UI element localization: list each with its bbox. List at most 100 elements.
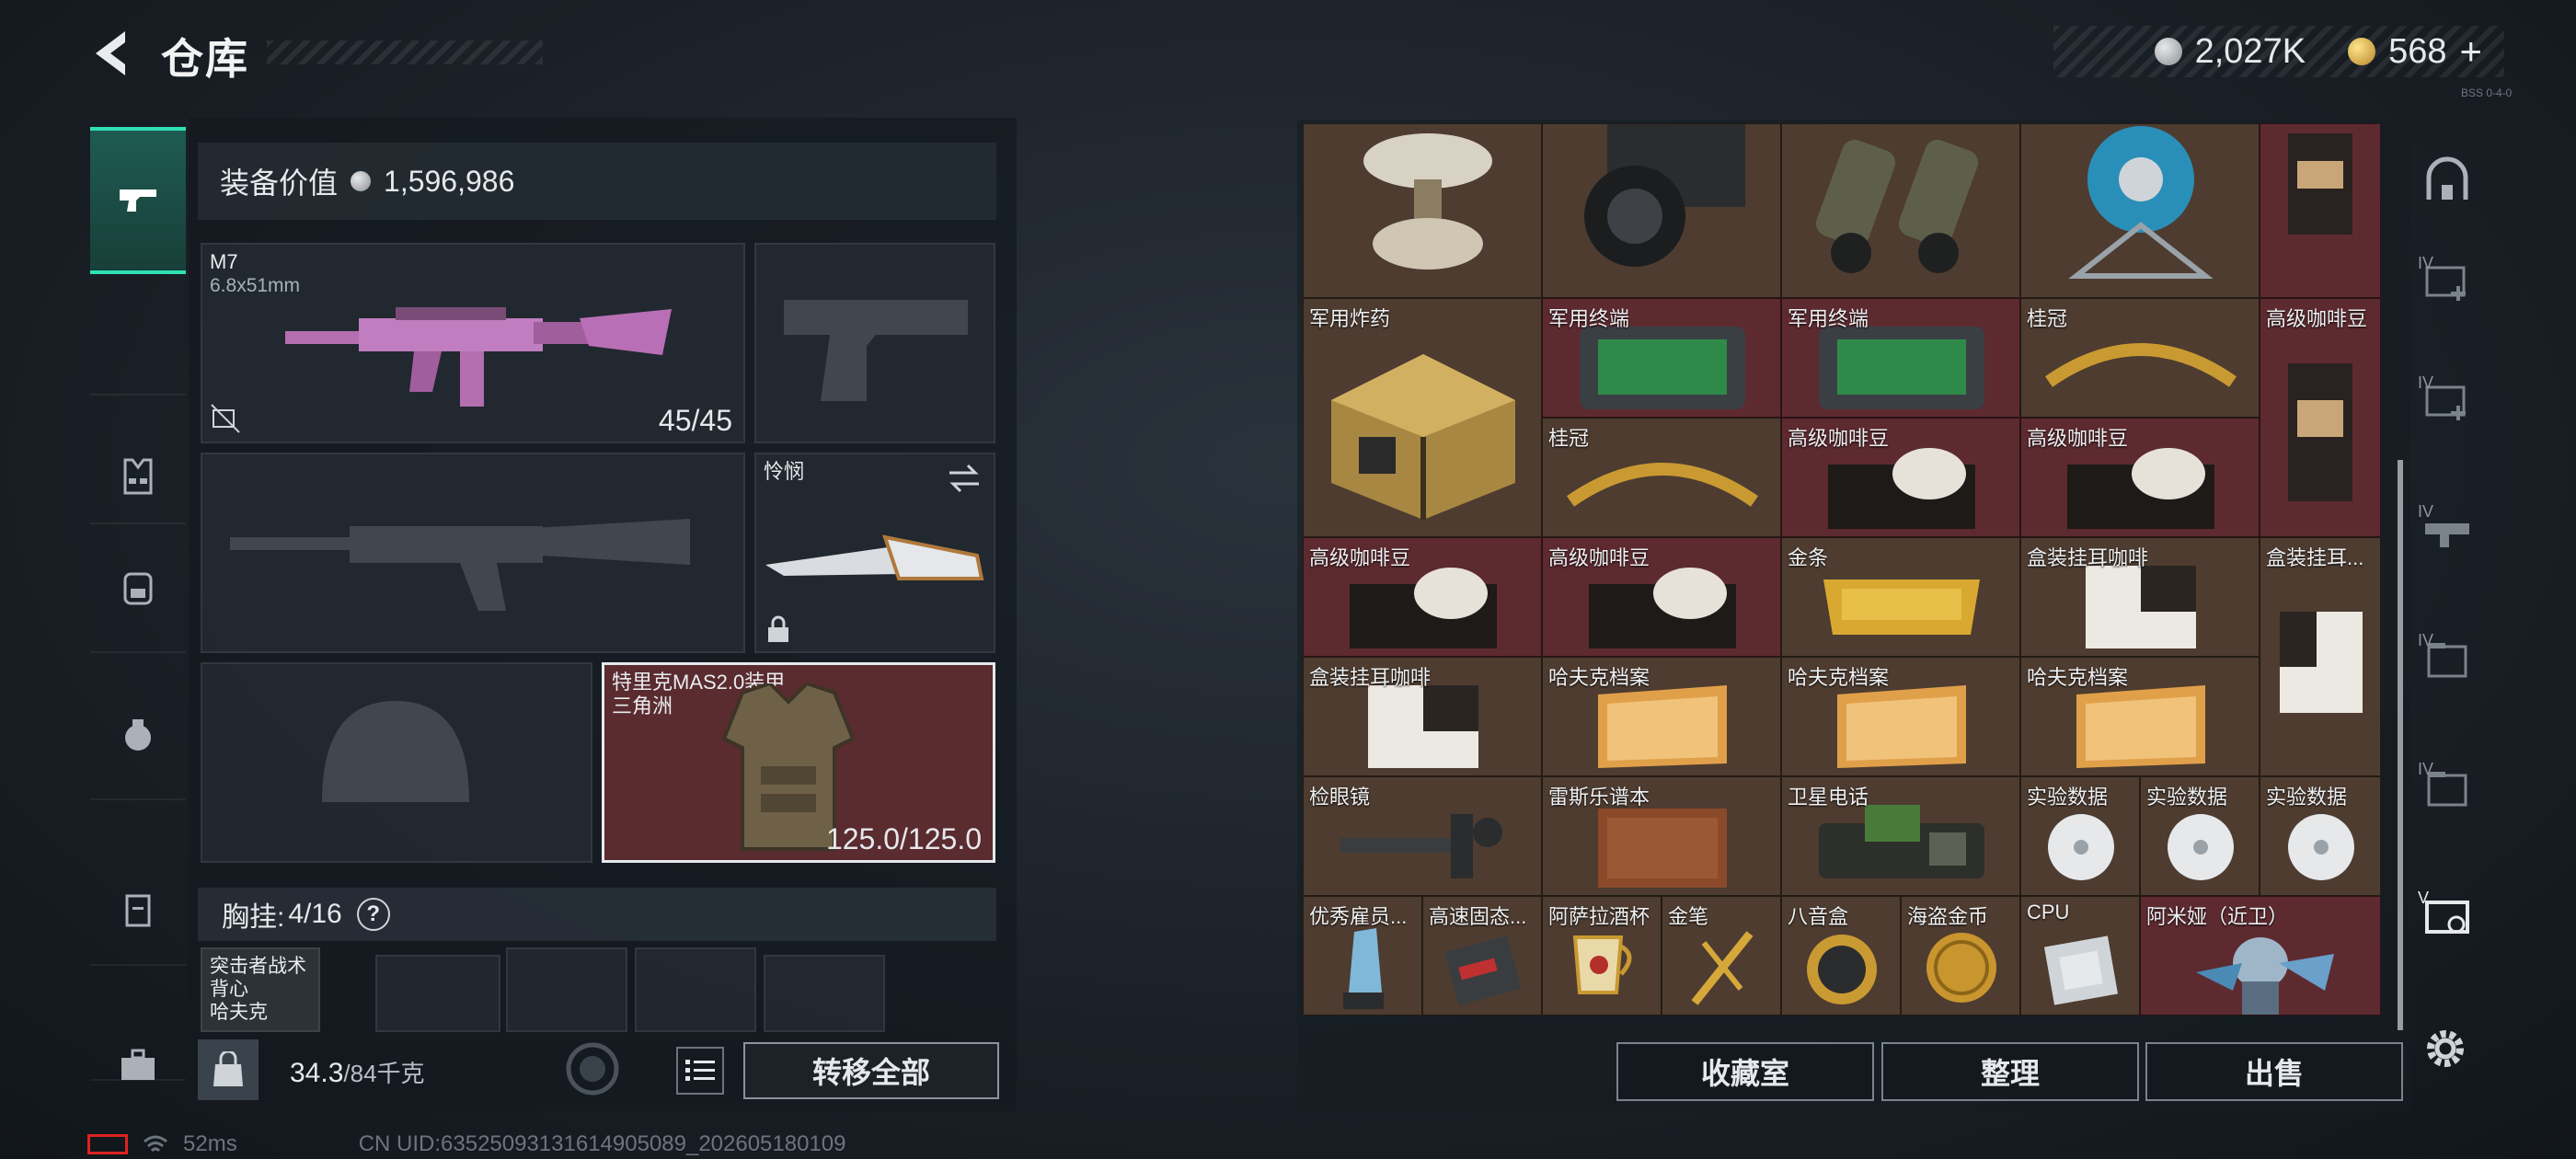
- sell-button[interactable]: 出售: [2145, 1042, 2403, 1101]
- version-text: BSS 0-4-0: [2461, 86, 2513, 99]
- storage-tab-collection[interactable]: V: [2410, 865, 2484, 966]
- chest-rig-item-slot[interactable]: 突击者战术背心 哈夫克: [201, 947, 320, 1032]
- grid-cell[interactable]: 哈夫克档案: [1781, 657, 2020, 776]
- grid-cell[interactable]: 阿萨拉酒杯: [1542, 896, 1662, 1016]
- knife-icon: [765, 534, 984, 580]
- grid-cell[interactable]: 军用终端: [1542, 298, 1781, 418]
- grid-cell[interactable]: [2260, 123, 2381, 298]
- grid-cell[interactable]: [1781, 123, 2020, 298]
- chest-rig-slot[interactable]: [635, 947, 756, 1032]
- grid-cell[interactable]: CPU: [2020, 896, 2140, 1016]
- grid-cell[interactable]: 桂冠: [1542, 418, 1781, 537]
- grid-cell[interactable]: 桂冠: [2020, 298, 2260, 418]
- storage-tab-home[interactable]: [2410, 129, 2484, 230]
- collection-room-button[interactable]: 收藏室: [1616, 1042, 1874, 1101]
- melee-slot[interactable]: 怜悯: [754, 453, 995, 653]
- music-book-icon: [1598, 809, 1727, 888]
- grid-cell[interactable]: 实验数据: [2140, 776, 2260, 896]
- organize-button[interactable]: 整理: [1881, 1042, 2139, 1101]
- grid-cell[interactable]: [1303, 123, 1542, 298]
- grid-cell[interactable]: 高级咖啡豆: [1303, 537, 1542, 657]
- bag-icon: [213, 1051, 243, 1086]
- list-view-button[interactable]: [676, 1047, 724, 1095]
- grid-cell[interactable]: 高级咖啡豆: [1542, 537, 1781, 657]
- item-label: 军用终端: [1788, 307, 1869, 330]
- storage-tab-archive[interactable]: IV: [2410, 736, 2484, 837]
- grid-cell[interactable]: 高级咖啡豆: [2260, 298, 2381, 537]
- equipment-value-bar: 装备价值 1,596,986: [198, 143, 996, 220]
- binoculars-icon: [1815, 140, 1979, 273]
- antenna-device-icon: [1363, 133, 1492, 270]
- grid-cell[interactable]: [1542, 123, 1781, 298]
- item-label: 检眼镜: [1309, 786, 1371, 809]
- grid-cell[interactable]: 海盗金币: [1901, 896, 2020, 1016]
- storage-tab-weapons[interactable]: IV: [2410, 478, 2484, 580]
- nav-toolbox[interactable]: [90, 992, 186, 1139]
- back-button[interactable]: [85, 28, 136, 79]
- currency-gold: 568: [2388, 31, 2447, 71]
- grid-cell[interactable]: 卫星电话: [1781, 776, 2020, 896]
- nav-case[interactable]: [90, 835, 186, 982]
- pistol-slot[interactable]: [754, 243, 995, 443]
- data-disc-icon: [2288, 814, 2354, 880]
- grid-cell[interactable]: 实验数据: [2020, 776, 2140, 896]
- item-label: 高级咖啡豆: [2266, 307, 2368, 330]
- cable-reel-icon: [2068, 126, 2214, 279]
- item-label: 军用终端: [1548, 307, 1630, 330]
- storage-tab-add-2[interactable]: IV: [2410, 350, 2484, 451]
- grid-cell[interactable]: 高级咖啡豆: [1781, 418, 2020, 537]
- grid-cell[interactable]: 金条: [1781, 537, 2020, 657]
- grid-cell[interactable]: 盒装挂耳...: [2260, 537, 2381, 776]
- grid-cell[interactable]: 阿米娅（近卫）: [2140, 896, 2381, 1016]
- chest-rig-slot[interactable]: [375, 955, 500, 1032]
- chest-rig-slot[interactable]: [506, 947, 627, 1032]
- grid-cell[interactable]: 盒装挂耳咖啡: [1303, 657, 1542, 776]
- grid-cell[interactable]: 哈夫克档案: [1542, 657, 1781, 776]
- explosive-crate-icon: [1331, 354, 1515, 520]
- secondary-weapon-slot[interactable]: [201, 453, 745, 653]
- armor-slot[interactable]: 特里克MAS2.0装甲 三角洲 125.0/125.0: [602, 662, 995, 863]
- grid-cell[interactable]: 实验数据: [2260, 776, 2381, 896]
- grid-scrollbar[interactable]: [2398, 460, 2403, 1030]
- ophthalmoscope-icon: [1340, 814, 1502, 878]
- item-label: 实验数据: [2027, 786, 2109, 809]
- grid-cell[interactable]: 检眼镜: [1303, 776, 1542, 896]
- grid-cell[interactable]: [2020, 123, 2260, 298]
- item-label: 金笔: [1668, 905, 1709, 928]
- armor-durability: 125.0/125.0: [825, 822, 982, 855]
- grid-cell[interactable]: 金笔: [1662, 896, 1781, 1016]
- silver-coin-icon: [2154, 38, 2182, 65]
- storage-tab-files[interactable]: IV: [2410, 607, 2484, 708]
- ssd-icon: [1444, 935, 1522, 1006]
- m7-rifle-icon: [285, 307, 672, 407]
- grid-cell[interactable]: 雷斯乐谱本: [1542, 776, 1781, 896]
- grid-cell[interactable]: 军用终端: [1781, 298, 2020, 418]
- grid-cell[interactable]: 军用炸药: [1303, 298, 1542, 537]
- primary-weapon-slot[interactable]: M7 6.8x51mm 45/45: [201, 243, 745, 443]
- item-label: 军用炸药: [1309, 307, 1391, 330]
- ornate-cup-icon: [1572, 935, 1632, 994]
- laurel-crown-icon: [2044, 343, 2237, 387]
- item-label: 实验数据: [2266, 786, 2348, 809]
- settings-button[interactable]: [2418, 1021, 2473, 1076]
- grid-cell[interactable]: 高级咖啡豆: [2020, 418, 2260, 537]
- grid-cell[interactable]: 八音盒: [1781, 896, 1901, 1016]
- helmet-slot[interactable]: [201, 662, 592, 863]
- left-nav: [90, 118, 186, 1084]
- swap-icon[interactable]: [946, 462, 983, 495]
- nav-weapons[interactable]: [90, 127, 186, 274]
- nav-pouch[interactable]: [90, 660, 186, 808]
- grid-cell[interactable]: 哈夫克档案: [2020, 657, 2260, 776]
- transfer-all-button[interactable]: 转移全部: [743, 1042, 999, 1099]
- storage-tab-add-1[interactable]: IV: [2410, 230, 2484, 331]
- chest-rig-slot[interactable]: [764, 955, 885, 1032]
- chest-rig-help-button[interactable]: ?: [356, 898, 390, 931]
- grid-cell[interactable]: 优秀雇员...: [1303, 896, 1422, 1016]
- grid-cell[interactable]: 高速固态...: [1422, 896, 1542, 1016]
- item-label: 金条: [1788, 546, 1829, 569]
- add-currency-button[interactable]: +: [2459, 29, 2482, 74]
- grid-cell[interactable]: 盒装挂耳咖啡: [2020, 537, 2260, 657]
- item-label: 哈夫克档案: [2027, 666, 2129, 689]
- nav-backpack[interactable]: [90, 513, 186, 660]
- right-nav: IV IV IV IV IV V: [2410, 129, 2484, 1067]
